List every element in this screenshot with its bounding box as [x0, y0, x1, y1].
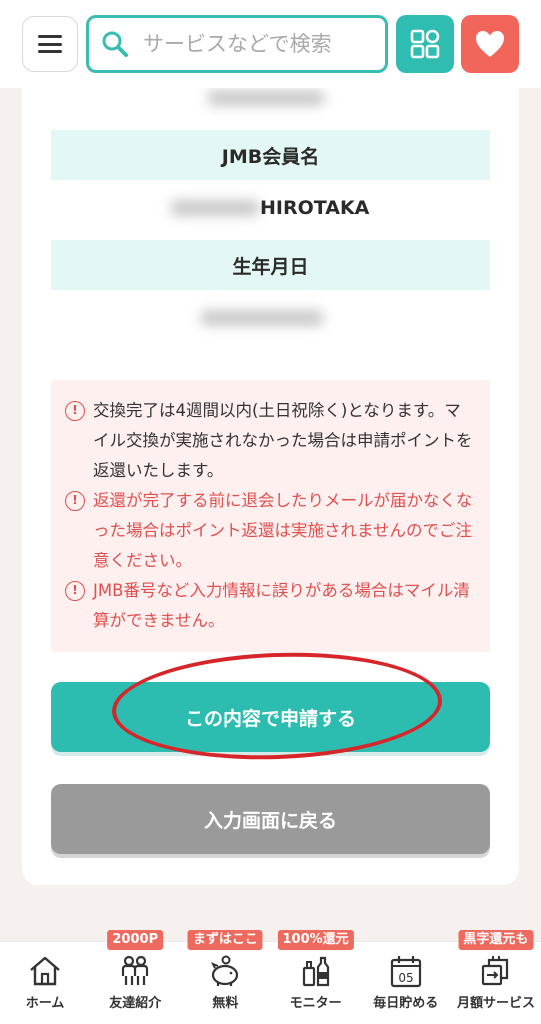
notice-box: ! 交換完了は4週間以内(土日祝除く)となります。マイル交換が実施されなかった場… — [51, 380, 490, 652]
nav-item-daily-earn[interactable]: 05 毎日貯める — [361, 942, 451, 1024]
nav-label: ホーム — [25, 996, 65, 1011]
piggy-bank-icon — [211, 955, 239, 986]
redacted-birthday — [200, 310, 324, 326]
notice-item: ! 交換完了は4週間以内(土日祝除く)となります。マイル交換が実施されなかった場… — [65, 396, 476, 486]
jmb-member-name-value: HIROTAKA — [260, 197, 370, 219]
calendar-day: 05 — [398, 971, 413, 985]
redacted-jmb-number — [207, 90, 325, 106]
friends-icon — [122, 955, 149, 985]
nav-label: モニター — [289, 996, 342, 1011]
jmb-member-name-label: JMB会員名 — [51, 130, 490, 180]
nav-label: 友達紹介 — [109, 996, 162, 1011]
nav-item-monitor[interactable]: 100%還元 モニター — [271, 930, 361, 1024]
search-input[interactable] — [143, 32, 373, 56]
nav-item-friend-referral[interactable]: 2000P 友達紹介 — [90, 930, 180, 1024]
nav-badge: 黒字還元も — [458, 930, 534, 950]
category-grid-button[interactable] — [396, 15, 454, 73]
nav-item-monthly-service[interactable]: 黒字還元も 月額サービス — [451, 930, 541, 1024]
nav-item-home[interactable]: ホーム — [0, 942, 90, 1024]
favorites-button[interactable] — [461, 15, 519, 73]
home-icon — [30, 956, 60, 986]
nav-label: 無料 — [212, 996, 239, 1011]
grid-icon — [410, 29, 440, 59]
back-to-input-button[interactable]: 入力画面に戻る — [51, 784, 490, 854]
subscription-icon — [481, 956, 509, 986]
nav-badge: まずはここ — [187, 930, 263, 950]
redacted-member-surname — [170, 200, 260, 216]
bottles-icon — [302, 956, 329, 987]
notice-item: ! 返還が完了する前に退会したりメールが届かなくなった場合はポイント返還は実施さ… — [65, 486, 476, 576]
warning-icon: ! — [65, 491, 85, 511]
nav-badge: 100%還元 — [277, 930, 354, 950]
notice-item: ! JMB番号など入力情報に誤りがある場合はマイル清算ができません。 — [65, 576, 476, 636]
warning-icon: ! — [65, 581, 85, 601]
birthday-label: 生年月日 — [51, 240, 490, 290]
menu-button[interactable] — [22, 16, 78, 72]
submit-application-button[interactable]: この内容で申請する — [51, 682, 490, 752]
warning-icon: ! — [65, 401, 85, 421]
heart-icon — [476, 31, 504, 57]
nav-label: 月額サービス — [456, 996, 535, 1011]
hamburger-icon — [38, 35, 62, 53]
confirmation-card: JMB会員名 HIROTAKA 生年月日 ! 交換完了は4週間以内(土日祝除く)… — [22, 60, 519, 885]
nav-label: 毎日貯める — [373, 996, 439, 1011]
nav-item-free[interactable]: まずはここ 無料 — [180, 930, 270, 1024]
search-icon — [102, 31, 128, 57]
bottom-nav: ホーム 2000P 友達紹介 まずはここ 無料 100%還元 モニター 05 毎… — [0, 930, 541, 1024]
nav-badge: 2000P — [107, 930, 164, 950]
search-box[interactable] — [86, 15, 388, 73]
app-header — [0, 0, 541, 88]
calendar-icon: 05 — [390, 956, 421, 988]
